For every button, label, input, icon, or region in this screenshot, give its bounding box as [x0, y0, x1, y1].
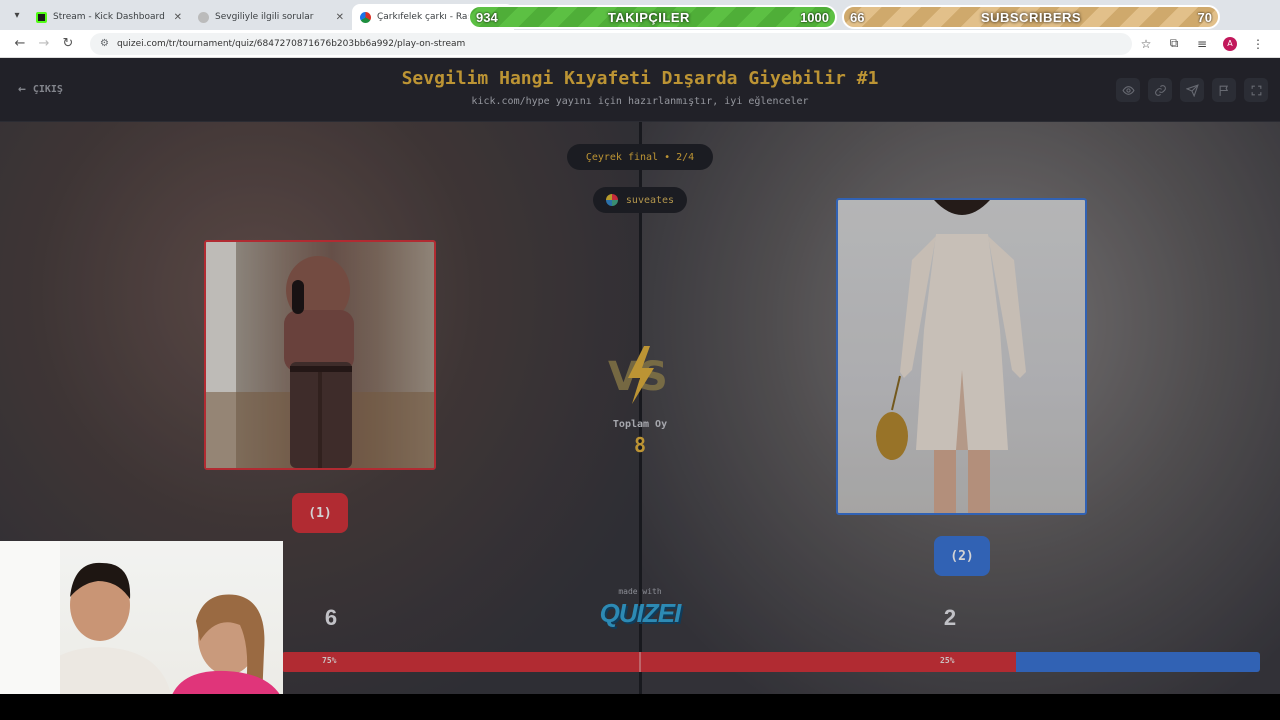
total-votes-label: Toplam Oy — [612, 419, 668, 430]
choice-1-share-fill — [282, 652, 1016, 672]
globe-icon — [198, 11, 209, 23]
streamer-badge: suveates — [593, 187, 687, 213]
back-arrow-icon[interactable]: ← — [8, 33, 32, 55]
vote-split-bar: 75% 25% — [282, 652, 1260, 672]
letterbox-bottom — [0, 694, 1280, 720]
close-icon[interactable]: ✕ — [336, 12, 344, 23]
split-midline — [639, 652, 641, 672]
avatar — [605, 194, 618, 206]
kebab-menu-icon[interactable]: ⋮ — [1244, 33, 1272, 55]
send-icon[interactable] — [1180, 78, 1204, 102]
kick-favicon-icon — [36, 11, 47, 23]
site-info-icon[interactable]: ⚙ — [100, 38, 109, 49]
choice-1-percent: 75% — [322, 656, 337, 665]
forward-arrow-icon[interactable]: → — [32, 33, 56, 55]
webcam-overlay — [0, 541, 283, 700]
header-actions — [1116, 78, 1268, 102]
round-indicator: Çeyrek final • 2/4 — [567, 144, 713, 170]
subscribers-goal-bar: 66 SUBSCRIBERS 70 — [842, 5, 1220, 29]
followers-goal: 1000 — [800, 9, 829, 25]
reload-icon[interactable]: ↻ — [56, 33, 80, 55]
quiz-subtitle: kick.com/hype yayını için hazırlanmıştır… — [471, 96, 809, 107]
close-icon[interactable]: ✕ — [174, 12, 182, 23]
wheel-favicon-icon — [360, 11, 371, 23]
address-bar[interactable]: ⚙ quizei.com/tr/tournament/quiz/68472708… — [90, 32, 1132, 55]
screen: ▾ Stream - Kick Dashboard ✕ Sevgiliyle i… — [0, 0, 1280, 720]
followers-current: 934 — [476, 9, 498, 25]
browser-toolbar: ← → ↻ ⚙ quizei.com/tr/tournament/quiz/68… — [0, 30, 1280, 58]
vote-button-2[interactable]: (2) — [934, 536, 990, 576]
tab-title: Sevgiliyle ilgili sorular — [215, 12, 314, 22]
tab-search-icon[interactable]: ▾ — [6, 4, 28, 26]
streamer-name: suveates — [625, 194, 675, 206]
choice-2-image[interactable] — [836, 198, 1087, 515]
versus-lightning-icon: VS — [608, 346, 668, 404]
choice-1-image[interactable] — [204, 240, 436, 470]
url-text: quizei.com/tr/tournament/quiz/6847270871… — [116, 38, 466, 49]
subscribers-current: 66 — [850, 9, 865, 25]
profile-avatar[interactable]: A — [1216, 33, 1244, 55]
extensions-icon[interactable]: ⧉ — [1160, 33, 1188, 55]
subscribers-label: SUBSCRIBERS — [980, 9, 1082, 25]
link-icon[interactable] — [1148, 78, 1172, 102]
quizei-logo[interactable]: QUIZEI — [580, 598, 700, 629]
outfit-1-illustration — [206, 242, 434, 468]
subscribers-goal: 70 — [1197, 9, 1212, 25]
choice-2-vote-count: 2 — [943, 605, 957, 630]
reading-list-icon[interactable]: ≡ — [1188, 33, 1216, 55]
followers-label: TAKIPÇILER — [607, 9, 690, 25]
outfit-2-illustration — [876, 200, 1026, 513]
choice-1-vote-count: 6 — [324, 605, 338, 630]
choice-2-percent: 25% — [940, 656, 955, 665]
fullscreen-icon[interactable] — [1244, 78, 1268, 102]
tab-title: Stream - Kick Dashboard — [53, 12, 165, 22]
quiz-header: ← ÇIKIŞ Sevgilim Hangi Kıyafeti Dışarda … — [0, 58, 1280, 122]
vote-button-1[interactable]: (1) — [292, 493, 348, 533]
webcam-background — [0, 541, 60, 700]
bookmark-star-icon[interactable]: ☆ — [1132, 33, 1160, 55]
eye-icon[interactable] — [1116, 78, 1140, 102]
made-with-label: made with — [618, 587, 662, 596]
flag-icon[interactable] — [1212, 78, 1236, 102]
browser-tab-kick[interactable]: Stream - Kick Dashboard ✕ — [28, 4, 190, 30]
total-votes-value: 8 — [633, 433, 647, 457]
browser-tab-sorular[interactable]: Sevgiliyle ilgili sorular ✕ — [190, 4, 352, 30]
quiz-title: Sevgilim Hangi Kıyafeti Dışarda Giyebili… — [401, 68, 879, 89]
followers-goal-bar: 934 TAKIPÇILER 1000 — [468, 5, 837, 29]
